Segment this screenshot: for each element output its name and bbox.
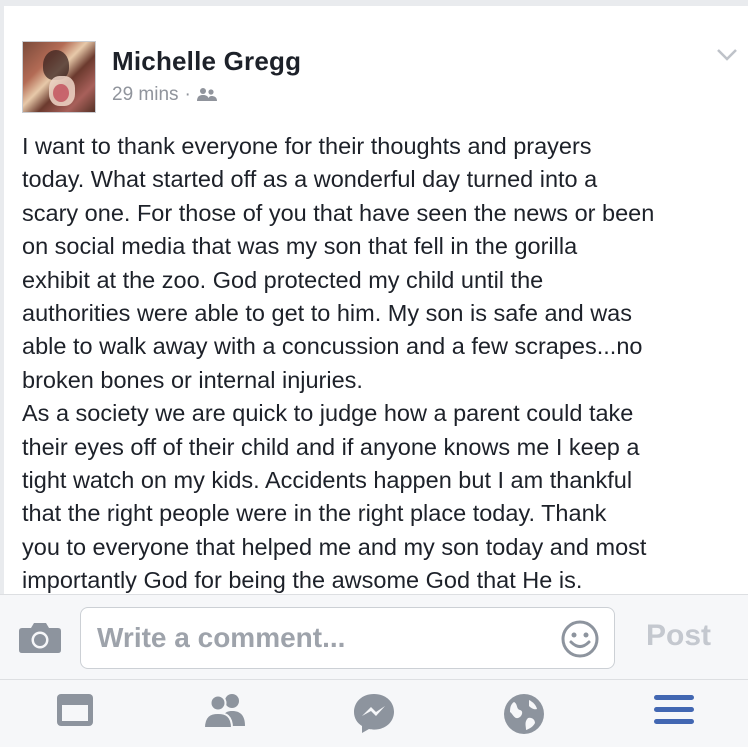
post-line: you to everyone that helped me and my so… [22,533,647,560]
post-line: their eyes off of their child and if any… [22,433,640,460]
post-line: tight watch on my kids. Accidents happen… [22,467,633,494]
post-line: on social media that was my son that fel… [22,233,578,260]
tab-friend-requests[interactable] [195,692,255,747]
post-line: authorities were able to get to him. My … [22,300,633,327]
comment-input[interactable]: Write a comment... [80,607,615,669]
news-feed-icon [45,692,105,728]
menu-icon [644,692,704,728]
bottom-tab-bar [0,680,748,747]
post-line: I want to thank everyone for their thoug… [22,133,592,159]
comment-placeholder: Write a comment... [97,622,346,653]
post-body: I want to thank everyone for their thoug… [22,130,748,598]
comment-bar: Write a comment... Post [0,594,748,680]
post-timestamp[interactable]: 29 mins [112,84,179,106]
post-line: that the right people were in the right … [22,500,607,527]
post-line: broken bones or internal injuries. [22,366,363,393]
post-button[interactable]: Post [646,619,711,653]
friends-icon [196,87,217,103]
post-options-chevron-icon[interactable] [716,48,738,67]
post-line: As a society we are quick to judge how a… [22,400,634,427]
tab-news-feed[interactable] [45,692,105,747]
post-line: able to walk away with a concussion and … [22,333,643,360]
post-line: scary one. For those of you that have se… [22,199,655,226]
smiley-icon[interactable] [560,619,600,664]
tab-notifications[interactable] [494,692,554,747]
friend-requests-icon [195,692,255,730]
avatar-figure [53,84,69,102]
post-line: today. What started off as a wonderful d… [22,166,598,193]
notifications-globe-icon [494,692,554,736]
camera-icon[interactable] [18,620,62,659]
post-line: importantly God for being the awsome God… [22,567,583,594]
messenger-icon [344,692,404,734]
tab-messenger[interactable] [344,692,404,747]
meta-separator: · [184,84,191,105]
tab-menu[interactable] [644,692,704,747]
author-name[interactable]: Michelle Gregg [112,46,301,77]
post-line: exhibit at the zoo. God protected my chi… [22,266,544,293]
author-avatar[interactable] [22,41,96,113]
post-meta: 29 mins · [112,84,217,106]
